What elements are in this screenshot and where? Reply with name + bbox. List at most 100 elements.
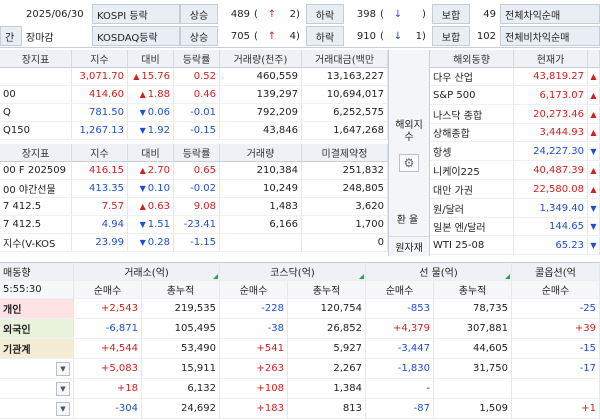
down-triangle-icon: ▼ (588, 237, 600, 256)
futures-open-interest: 3,620 (302, 198, 388, 216)
futures-volume: 210,384 (220, 162, 302, 180)
investor-row[interactable]: 기관계 +4,544 53,490 +541 5,927 -3,447 44,605 -15 (0, 339, 600, 359)
futures-row[interactable]: 7 412.5 7.57 ▲ 0.63 9.08 1,483 3,620 (0, 198, 388, 216)
up-arrow-icon: ↑ (267, 8, 277, 20)
investor-type: 개인 (0, 299, 74, 319)
overseas-row[interactable]: 일본 엔/달러 144.65 ▼ (430, 218, 600, 237)
futures-change: ▼ 1.51 (128, 216, 174, 234)
investor-value: +4,379 (366, 319, 434, 339)
overseas-row[interactable]: 대만 가권 22,580.08 ▲ (430, 180, 600, 199)
domestic-index-row[interactable]: Q 781.50 ▼ 0.06 -0.01 792,209 6,252,575 (0, 104, 388, 122)
fx-tab[interactable]: 환율 (389, 208, 429, 228)
chevron-down-icon[interactable]: ▼ (56, 381, 70, 396)
investor-value: +541 (220, 339, 288, 359)
index-rate: 0.46 (174, 86, 220, 104)
investor-value: 2,267 (288, 359, 366, 379)
index-trade-value: 10,694,017 (302, 86, 388, 104)
investor-type[interactable]: ▼ (0, 399, 74, 419)
overseas-row[interactable]: 나스닥 종합 20,273.46 ▲ (430, 105, 600, 124)
domestic-index-row[interactable]: 00 414.60 ▲ 1.88 0.46 139,297 10,694,017 (0, 86, 388, 104)
overseas-index-tab[interactable]: 해외지수 (389, 116, 429, 148)
futures-row[interactable]: 00 야간선물 413.35 ▼ 0.10 -0.02 10,249 248,805 (0, 180, 388, 198)
futures-change: ▲ 0.63 (128, 198, 174, 216)
index-name: 00 (0, 86, 72, 104)
investor-row[interactable]: 개인 +2,543 219,535 -228 120,754 -853 78,735 -25 (0, 299, 600, 319)
futures-name: 00 야간선물 (0, 180, 72, 198)
commodity-tab[interactable]: 원자재 (389, 236, 429, 256)
kospi-group-header: 거래소(억) (74, 263, 220, 281)
overseas-row[interactable]: WTI 25-08 65.23 ▼ (430, 237, 600, 256)
investor-value: +263 (220, 359, 288, 379)
investor-value: 53,490 (142, 339, 220, 359)
up-triangle-icon: ▲ (139, 90, 146, 99)
investor-value: +183 (220, 399, 288, 419)
futures-volume: 1,483 (220, 198, 302, 216)
overseas-price: 43,819.27 (514, 68, 588, 86)
investor-row[interactable]: ▼ -304 24,692 +183 813 -87 1,509 +1 (0, 399, 600, 419)
chevron-down-icon[interactable]: ▼ (56, 401, 70, 416)
up-triangle-icon: ▲ (139, 166, 146, 175)
overseas-row[interactable]: S&P 500 6,173.07 ▲ (430, 86, 600, 105)
investor-value: -25 (512, 299, 600, 319)
index-volume: 43,846 (220, 122, 302, 140)
futures-row[interactable]: 00 F 202509 416.15 ▲ 2.70 0.65 210,384 251,832 (0, 162, 388, 180)
index-value: 414.60 (72, 86, 128, 104)
overseas-price: 6,173.07 (514, 86, 588, 105)
down-triangle-icon: ▼ (139, 220, 146, 229)
futures-value: 7.57 (72, 198, 128, 216)
investor-value: -17 (512, 359, 600, 379)
domestic-header-row: 장지표 지수 대비 등락률 거래량(천주) 거래대금(백만 (0, 50, 388, 68)
investor-row[interactable]: 외국인 -6,871 105,495 -38 26,852 +4,379 307,881 +3… (0, 319, 600, 339)
overseas-row[interactable]: 상해종합 3,444.93 ▲ (430, 124, 600, 143)
futures-name: 7 412.5 (0, 198, 72, 216)
index-change: ▲ 1.88 (128, 86, 174, 104)
index-rate: -0.01 (174, 104, 220, 122)
up-limit-count: 2 (289, 8, 296, 20)
investor-type[interactable]: ▼ (0, 379, 74, 399)
gear-icon[interactable]: ⚙ (399, 154, 419, 172)
investor-value: -15 (512, 339, 600, 359)
investor-title: 매동향 (0, 263, 74, 281)
futures-row[interactable]: 지수(V-KOS 23.99 ▼ 0.28 -1.15 0 (0, 234, 388, 252)
up-triangle-icon: ▲ (588, 124, 600, 143)
up-count: 705 (230, 30, 250, 42)
call-option-group-header: 콜옵션(억 (512, 263, 600, 281)
domestic-index-row[interactable]: 3,071.70 ▲ 15.76 0.52 460,559 13,163,227 (0, 68, 388, 86)
investor-trading-table: 매동향 거래소(억) 코스닥(억) 선 물(억) 콜옵션(억 5:55:30 순… (0, 262, 600, 420)
futures-name: 7 412.5 (0, 216, 72, 234)
futures-rate: 0.65 (174, 162, 220, 180)
futures-volume: 6,166 (220, 216, 302, 234)
overseas-row[interactable]: 니케이225 40,487.39 ▲ (430, 162, 600, 180)
overseas-price: 65.23 (514, 237, 588, 256)
overseas-row[interactable]: 원/달러 1,349.40 ▼ (430, 199, 600, 218)
overseas-price: 3,444.93 (514, 124, 588, 143)
index-name: Q150 (0, 122, 72, 140)
futures-rate: -0.02 (174, 180, 220, 198)
up-label: 상승 (180, 4, 218, 24)
futures-open-interest: 248,805 (302, 180, 388, 198)
index-change: ▲ 15.76 (128, 68, 174, 86)
overseas-row[interactable]: 항셍 24,227.30 ▼ (430, 143, 600, 162)
arbitrage-net-label: 전체차익순매 (500, 4, 600, 24)
investor-type[interactable]: ▼ (0, 359, 74, 379)
domestic-index-row[interactable]: Q150 1,267.13 ▼ 1.92 -0.15 43,846 1,647,268 (0, 122, 388, 140)
futures-rate: -1.15 (174, 234, 220, 252)
flat-label: 보합 (432, 4, 470, 24)
futures-name: 지수(V-KOS (0, 234, 72, 252)
investor-row[interactable]: ▼ +18 6,132 +108 1,384- (0, 379, 600, 399)
overseas-name: 상해종합 (430, 124, 514, 143)
futures-change: ▼ 0.28 (128, 234, 174, 252)
investor-value: -228 (220, 299, 288, 319)
trading-time: 5:55:30 (0, 281, 74, 299)
overseas-row[interactable]: 다우 산업 43,819.27 ▲ (430, 68, 600, 86)
futures-open-interest: 0 (302, 234, 388, 252)
overseas-price: 20,273.46 (514, 105, 588, 124)
futures-rate: 9.08 (174, 198, 220, 216)
chevron-down-icon[interactable]: ▼ (56, 361, 70, 376)
futures-value: 4.94 (72, 216, 128, 234)
futures-row[interactable]: 7 412.5 4.94 ▼ 1.51 -23.41 6,166 1,700 (0, 216, 388, 234)
investor-row[interactable]: ▼ +5,083 15,911 +263 2,267 -1,830 31,750 -17 (0, 359, 600, 379)
investor-value: -38 (220, 319, 288, 339)
investor-value: 813 (288, 399, 366, 419)
index-change: ▼ 1.92 (128, 122, 174, 140)
